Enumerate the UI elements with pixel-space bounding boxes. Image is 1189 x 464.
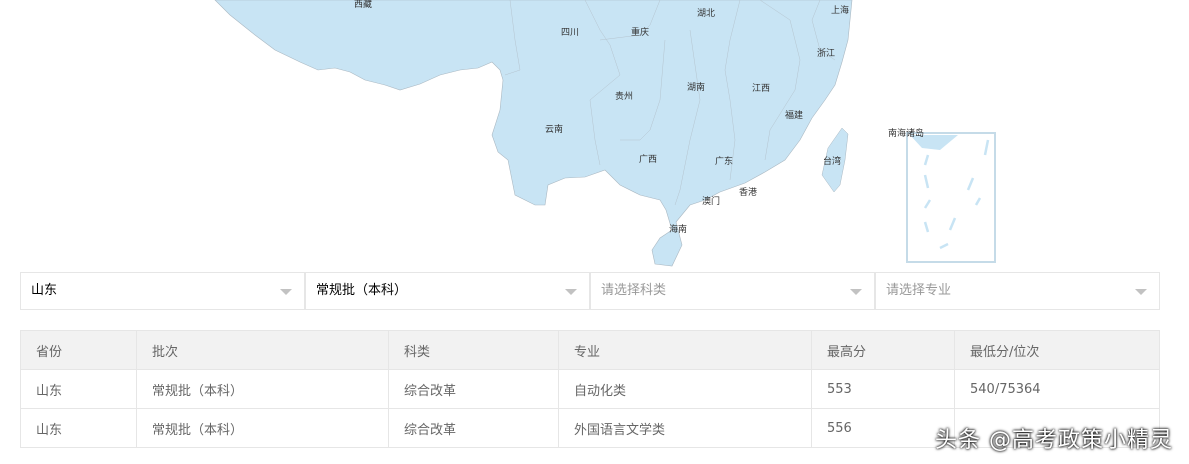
map-label: 南海诸岛 — [887, 129, 925, 139]
map-label: 湖南 — [686, 83, 706, 93]
chevron-down-icon — [565, 289, 577, 295]
cell-province: 山东 — [20, 408, 137, 448]
mainland-region — [214, 0, 853, 267]
batch-select[interactable]: 常规批（本科） — [305, 272, 590, 310]
header-cell: 科类 — [388, 330, 559, 370]
header-cell: 专业 — [558, 330, 812, 370]
chevron-down-icon — [1135, 289, 1147, 295]
china-map[interactable]: 西藏 四川 重庆 湖北 上海 浙江 湖南 江西 贵州 福建 云南 广西 广东 台… — [0, 0, 1189, 268]
header-cell: 批次 — [136, 330, 389, 370]
map-label: 广西 — [638, 155, 658, 165]
major-select[interactable]: 请选择专业 — [875, 272, 1160, 310]
subject-placeholder: 请选择科类 — [601, 283, 667, 298]
cell-province: 山东 — [20, 369, 137, 409]
chevron-down-icon — [850, 289, 862, 295]
map-label: 广东 — [714, 157, 734, 167]
cell-max-score: 556 — [811, 408, 955, 448]
map-label: 福建 — [784, 111, 804, 121]
major-placeholder: 请选择专业 — [886, 283, 952, 298]
table-header-row: 省份 批次 科类 专业 最高分 最低分/位次 — [20, 330, 1160, 370]
header-cell: 省份 — [20, 330, 137, 370]
header-cell: 最低分/位次 — [954, 330, 1160, 370]
cell-batch: 常规批（本科） — [136, 408, 389, 448]
cell-subject: 综合改革 — [388, 369, 559, 409]
province-select[interactable]: 山东 — [20, 272, 305, 310]
chevron-down-icon — [280, 289, 292, 295]
cell-subject: 综合改革 — [388, 408, 559, 448]
map-label: 贵州 — [614, 92, 634, 102]
map-label: 台湾 — [822, 157, 842, 167]
map-label: 香港 — [738, 188, 758, 198]
map-label: 江西 — [751, 84, 771, 94]
cell-min-score-rank: 540/75364 — [954, 369, 1160, 409]
map-label: 四川 — [560, 28, 580, 38]
map-label: 澳门 — [701, 197, 721, 207]
province-value: 山东 — [31, 283, 58, 298]
cell-batch: 常规批（本科） — [136, 369, 389, 409]
table-row: 山东 常规批（本科） 综合改革 自动化类 553 540/75364 — [20, 369, 1160, 409]
map-label: 浙江 — [816, 49, 836, 59]
south-china-sea-inset — [906, 132, 996, 263]
map-label: 重庆 — [630, 28, 650, 38]
subject-select[interactable]: 请选择科类 — [590, 272, 875, 310]
map-label: 湖北 — [696, 9, 716, 19]
map-shapes — [214, 0, 996, 267]
map-label: 海南 — [668, 225, 688, 235]
map-label: 上海 — [830, 6, 850, 16]
batch-value: 常规批（本科） — [316, 283, 408, 298]
cell-major: 自动化类 — [558, 369, 812, 409]
cell-major: 外国语言文学类 — [558, 408, 812, 448]
header-cell: 最高分 — [811, 330, 955, 370]
map-label: 西藏 — [353, 0, 373, 10]
watermark: 头条 @高考政策小精灵 — [935, 428, 1173, 453]
map-label: 云南 — [544, 125, 564, 135]
cell-max-score: 553 — [811, 369, 955, 409]
